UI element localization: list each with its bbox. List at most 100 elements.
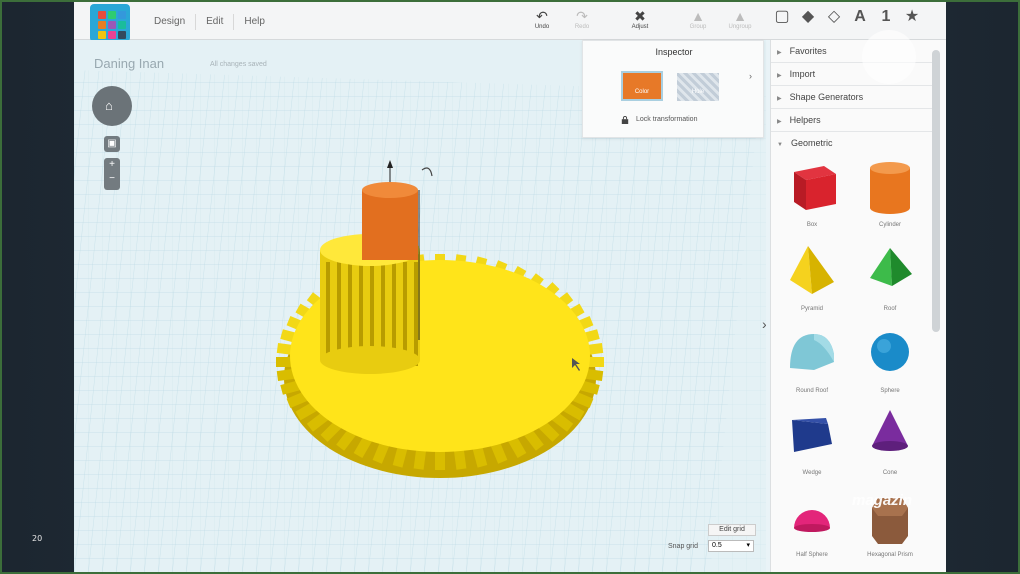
fit-view-button[interactable]: ▣ [104,136,120,152]
undo-icon: ↶ [536,8,548,24]
tinkercad-logo[interactable] [90,4,130,42]
half-sphere-icon [794,510,830,532]
shape-label: Half Sphere [796,552,828,558]
shape-roof[interactable]: Roof [855,242,925,322]
cube-icon[interactable]: ◆ [800,8,816,26]
snap-grid-select[interactable]: 0.5 ▾ [708,540,754,552]
group-button[interactable]: ▲ Group [678,8,718,30]
logo-tile [118,21,126,29]
shape-label: Wedge [802,470,822,476]
watermark: magazin [852,492,913,509]
shape-label: Box [806,222,818,228]
number-shape-icon[interactable]: 1 [878,8,894,26]
inspector-panel: Inspector Color Hole › Lock transformati… [582,40,764,138]
category-label: Geometric [790,138,833,148]
text-shape-icon[interactable]: A [852,8,868,26]
tinkercad-app: Design Edit Help ↶ Undo ↷ Redo ✖ Adjust … [74,2,946,572]
wedge-icon [792,418,832,452]
undo-button[interactable]: ↶ Undo [522,8,562,30]
fit-icon: ▣ [107,138,117,149]
snap-grid-label: Snap grid [668,543,698,550]
main-menu: Design Edit Help [144,14,275,30]
star-icon[interactable]: ★ [904,8,920,26]
chevron-right-icon[interactable]: › [749,71,752,81]
ungroup-button[interactable]: ▲ Ungroup [720,8,760,30]
redo-button[interactable]: ↷ Redo [562,8,602,30]
shape-label: Sphere [880,388,900,394]
lock-transformation-label: Lock transformation [636,116,698,123]
shape-wedge[interactable]: Wedge [777,406,847,486]
ungroup-icon: ▲ [733,8,747,24]
round-roof-icon [790,334,834,370]
shape-box[interactable]: Box [777,158,847,238]
shape-label: Pyramid [800,306,823,312]
shape-label: Cylinder [878,222,901,228]
cylinder-icon [870,162,910,214]
category-geometric[interactable]: ▼ Geometric [771,132,936,155]
collapse-panel-handle[interactable]: › [762,316,766,336]
triangle-right-icon: ▶ [777,119,782,125]
box-icon [794,166,836,210]
wire-cube-icon[interactable]: ◇ [826,8,842,26]
cone-icon [872,410,908,451]
logo-tile [98,11,106,19]
shape-cylinder[interactable]: Cylinder [855,158,925,238]
menu-edit[interactable]: Edit [196,14,235,30]
shape-label: Roof [883,306,897,312]
category-label: Import [789,69,816,79]
redo-icon: ↷ [576,8,588,24]
menu-design[interactable]: Design [144,14,197,30]
view-navigation-control[interactable]: ⌂ [92,86,132,126]
shape-half-sphere[interactable]: Half Sphere [777,488,847,568]
zoom-out-icon[interactable]: − [109,173,115,184]
chevron-down-icon: ▾ [746,542,750,549]
hole-label: Hole [691,89,705,95]
shape-label: Hexagonal Prism [867,552,913,558]
logo-tile [108,11,116,19]
logo-tile [118,31,126,39]
adjust-icon: ✖ [634,8,646,24]
logo-tile [108,31,116,39]
box-icon[interactable]: ▢ [774,8,790,26]
shape-pyramid[interactable]: Pyramid [777,242,847,322]
watermark-circle [862,30,916,84]
zoom-in-icon[interactable]: + [109,159,115,170]
redo-label: Redo [574,24,590,30]
project-name[interactable]: Daning Inan [94,56,164,71]
category-label: Helpers [789,115,821,125]
category-label: Favorites [789,46,827,56]
color-swatch[interactable] [621,71,663,101]
shape-round-roof[interactable]: Round Roof [777,324,847,404]
group-label: Group [689,24,707,30]
adjust-button[interactable]: ✖ Adjust [620,8,660,30]
snap-grid-value: 0.5 [712,542,722,549]
shape-sphere[interactable]: Sphere [855,324,925,404]
edit-grid-button[interactable]: Edit grid [708,524,756,536]
shape-label: Cone [882,470,898,476]
slide-number: 20 [32,534,43,543]
pyramid-icon [790,246,834,294]
top-toolbar: Design Edit Help ↶ Undo ↷ Redo ✖ Adjust … [74,2,946,42]
color-label: Color [634,89,650,95]
ungroup-label: Ungroup [728,24,752,30]
group-icon: ▲ [691,8,705,24]
undo-label: Undo [534,24,550,30]
triangle-right-icon: ▶ [777,96,782,102]
triangle-down-icon: ▼ [777,142,783,148]
saved-status: All changes saved [210,61,267,68]
category-label: Shape Generators [789,92,864,102]
category-helpers[interactable]: ▶ Helpers [771,109,936,132]
menu-help[interactable]: Help [234,14,275,30]
logo-tile [98,31,106,39]
logo-tile [98,21,106,29]
category-shape-generators[interactable]: ▶ Shape Generators [771,86,936,109]
shape-cone[interactable]: Cone [855,406,925,486]
sidebar-scrollbar[interactable] [932,50,940,332]
shape-label: Round Roof [795,388,829,394]
zoom-control[interactable]: + − [104,158,120,190]
lock-icon[interactable] [621,116,629,124]
hole-swatch[interactable] [677,73,719,101]
view-icons: ▢ ◆ ◇ A 1 ★ [774,8,920,26]
home-icon[interactable]: ⌂ [105,98,113,113]
inspector-title: Inspector [655,47,693,57]
